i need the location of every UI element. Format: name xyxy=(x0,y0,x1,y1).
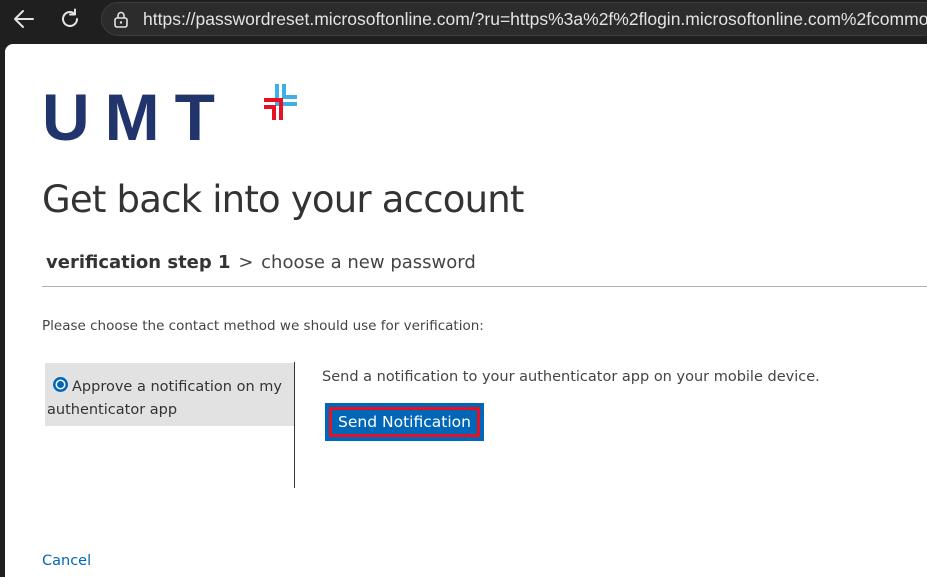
contact-method-list: Approve a notification on my authenticat… xyxy=(44,362,295,488)
reload-button[interactable] xyxy=(54,5,86,33)
divider xyxy=(42,286,927,287)
send-notification-button[interactable]: Send Notification xyxy=(325,403,484,441)
instruction-text: Please choose the contact method we shou… xyxy=(42,318,484,334)
step-separator: > xyxy=(238,252,254,273)
url-text[interactable]: https://passwordreset.microsoftonline.co… xyxy=(143,9,927,30)
umt-logo: UMT xyxy=(42,84,312,164)
step-current: verification step 1 xyxy=(46,252,231,273)
step-breadcrumb: verification step 1 > choose a new passw… xyxy=(46,252,476,273)
logo-text: UMT xyxy=(42,80,230,154)
logo-mark-icon xyxy=(264,84,297,120)
reload-icon xyxy=(62,8,78,27)
back-button[interactable] xyxy=(8,5,40,33)
method-option-authenticator[interactable]: Approve a notification on my authenticat… xyxy=(45,363,294,426)
site-info-icon[interactable] xyxy=(112,10,130,28)
cancel-link[interactable]: Cancel xyxy=(42,553,91,569)
address-bar[interactable]: https://passwordreset.microsoftonline.co… xyxy=(101,2,927,36)
method-label[interactable]: Approve a notification on my authenticat… xyxy=(47,379,282,418)
step-next: choose a new password xyxy=(261,252,476,273)
method-description: Send a notification to your authenticato… xyxy=(322,369,820,385)
radio-selected-icon[interactable] xyxy=(53,377,68,392)
send-notification-label[interactable]: Send Notification xyxy=(329,407,480,437)
browser-toolbar: https://passwordreset.microsoftonline.co… xyxy=(0,0,927,42)
page-content: UMT Get back into your account verificat… xyxy=(5,44,927,577)
arrow-left-icon xyxy=(14,10,34,28)
page-title: Get back into your account xyxy=(42,178,524,221)
